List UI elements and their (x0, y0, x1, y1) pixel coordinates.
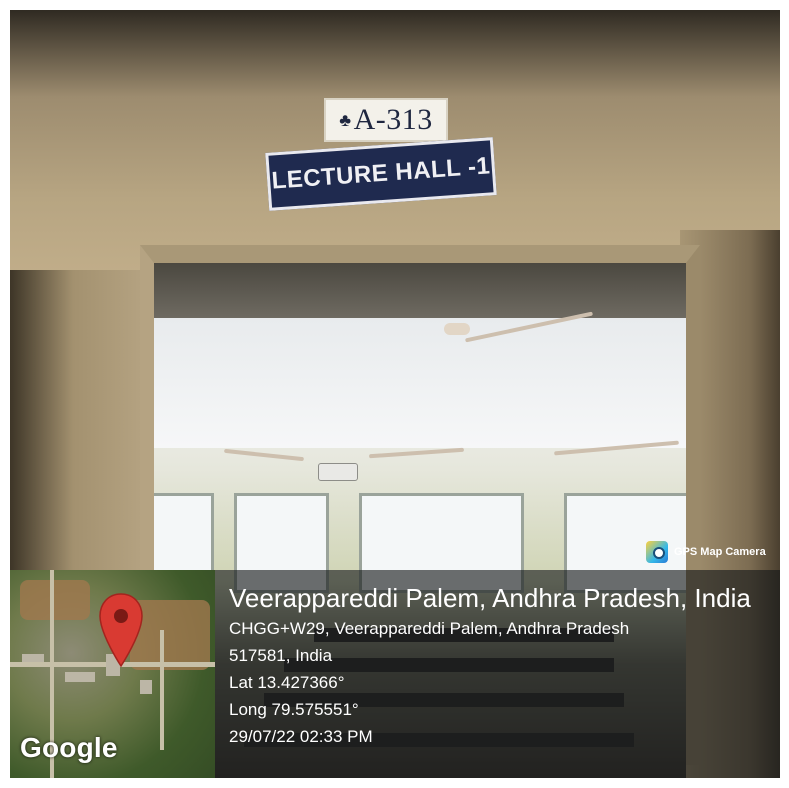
camera-app-name: GPS Map Camera (674, 546, 766, 558)
map-road (160, 630, 164, 750)
map-terrain (20, 580, 90, 620)
google-logo: Google (20, 732, 118, 763)
room-number-sign: ♣ A-313 (324, 98, 448, 142)
map-building (65, 672, 95, 682)
room-name: LECTURE HALL -1 (270, 152, 492, 195)
map-building (140, 680, 152, 694)
gps-map-camera-icon (646, 541, 668, 563)
latitude: Lat 13.427366° (229, 673, 345, 692)
camera-app-badge: GPS Map Camera (646, 540, 766, 564)
place-name: Veerappareddi Palem, Andhra Pradesh, Ind… (229, 583, 751, 613)
room-number: A-313 (353, 103, 433, 136)
timestamp: 29/07/22 02:33 PM (229, 727, 373, 746)
emblem-icon: ♣ (339, 109, 352, 130)
map-building (22, 654, 44, 662)
geotagged-photo: ♣ A-313 LECTURE HALL -1 GPS Map Camera G… (0, 0, 789, 788)
longitude: Long 79.575551° (229, 700, 359, 719)
location-pin-icon (99, 593, 143, 668)
address-line-2: 517581, India (229, 646, 333, 665)
map-thumbnail: Google (10, 570, 215, 778)
location-details: Veerappareddi Palem, Andhra Pradesh, Ind… (229, 581, 779, 750)
address-line-1: CHGG+W29, Veerappareddi Palem, Andhra Pr… (229, 619, 630, 638)
